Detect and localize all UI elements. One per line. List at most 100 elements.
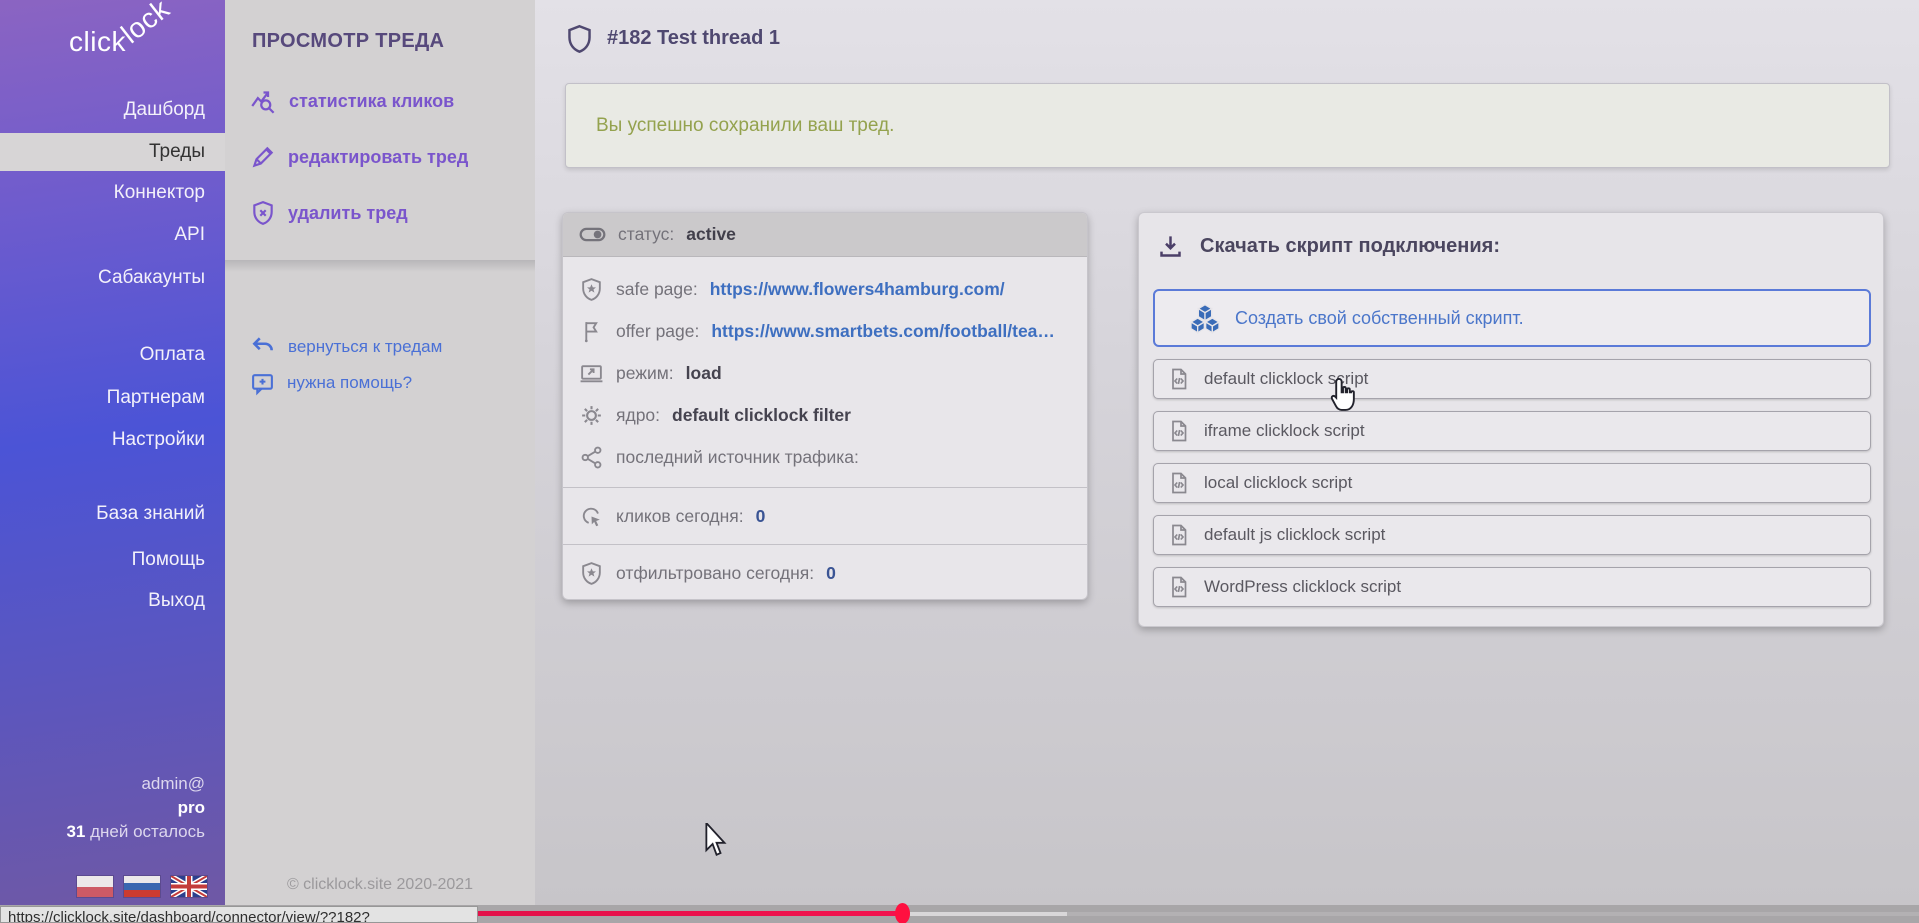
file-code-icon: [1167, 523, 1191, 547]
sidebar-item-knowledge-base[interactable]: База знаний: [0, 496, 225, 532]
menu-item-label: статистика кликов: [289, 91, 454, 112]
row-label: ядро:: [616, 405, 660, 426]
link-back-to-threads[interactable]: вернуться к тредам: [250, 332, 442, 362]
status-label: статус:: [618, 224, 674, 245]
script-button-label: local clicklock script: [1204, 473, 1352, 493]
file-code-icon: [1167, 419, 1191, 443]
default-js-script-button[interactable]: default js clicklock script: [1153, 515, 1871, 555]
uk-flag-icon[interactable]: [171, 876, 207, 897]
mode-row: режим: load: [563, 352, 1087, 394]
video-player-strip: https://clicklock.site/dashboard/connect…: [0, 905, 1919, 923]
undo-arrow-icon: [250, 334, 276, 360]
sidebar: click lock Дашборд Треды Коннектор API С…: [0, 0, 225, 905]
file-code-icon: [1167, 471, 1191, 495]
menu-item-label: удалить тред: [288, 203, 408, 224]
days-left: 31 дней осталось: [0, 820, 225, 844]
safe-page-link[interactable]: https://www.flowers4hamburg.com/: [710, 279, 1005, 300]
status-header-row: статус: active: [563, 213, 1087, 257]
download-script-panel: Скачать скрипт подключения: Создать свой…: [1138, 212, 1884, 627]
menu-item-label: редактировать тред: [288, 147, 468, 168]
core-value: default clicklock filter: [672, 405, 851, 426]
toggle-on-icon: [579, 221, 606, 248]
user-email: admin@: [0, 772, 225, 796]
download-icon: [1157, 233, 1184, 260]
shield-icon: [566, 24, 593, 53]
filtered-today-row: отфильтровано сегодня: 0: [563, 544, 1087, 600]
clicklock-logo[interactable]: click lock: [61, 6, 211, 70]
script-button-label: default clicklock script: [1204, 369, 1368, 389]
sidebar-item-help[interactable]: Помощь: [0, 542, 225, 578]
gear-icon: [579, 403, 604, 428]
default-script-button[interactable]: default clicklock script: [1153, 359, 1871, 399]
status-value: active: [686, 224, 736, 245]
sidebar-item-dashboard[interactable]: Дашборд: [0, 92, 225, 128]
menu-item-click-stats[interactable]: статистика кликов: [250, 86, 454, 116]
sidebar-item-threads[interactable]: Треды: [0, 133, 225, 171]
download-panel-header: Скачать скрипт подключения:: [1157, 233, 1500, 260]
link-label: нужна помощь?: [287, 373, 412, 393]
sidebar-item-subaccounts[interactable]: Сабакаунты: [0, 260, 225, 296]
wordpress-script-button[interactable]: WordPress clicklock script: [1153, 567, 1871, 607]
offer-page-row: offer page: https://www.smartbets.com/fo…: [563, 310, 1087, 352]
create-own-script-button[interactable]: Создать свой собственный скрипт.: [1153, 289, 1871, 347]
stat-label: отфильтровано сегодня:: [616, 563, 814, 584]
menu-item-delete-thread[interactable]: удалить тред: [250, 198, 408, 228]
share-icon: [579, 445, 604, 470]
app-page: click lock Дашборд Треды Коннектор API С…: [0, 0, 1919, 923]
download-panel-title: Скачать скрипт подключения:: [1200, 235, 1500, 258]
filtered-today-value: 0: [826, 563, 836, 584]
pencil-icon: [250, 144, 276, 170]
script-button-label: default js clicklock script: [1204, 525, 1385, 545]
local-script-button[interactable]: local clicklock script: [1153, 463, 1871, 503]
shield-star-icon: [579, 277, 604, 302]
sidebar-item-api[interactable]: API: [0, 217, 225, 253]
click-cursor-icon: [579, 504, 604, 529]
script-button-label: iframe clicklock script: [1204, 421, 1365, 441]
script-button-label: WordPress clicklock script: [1204, 577, 1401, 597]
days-left-number: 31: [66, 822, 85, 841]
russia-flag-icon[interactable]: [124, 876, 160, 897]
screen-share-icon: [579, 361, 604, 386]
file-code-icon: [1167, 367, 1191, 391]
row-label: safe page:: [616, 279, 698, 300]
progress-bar-remaining[interactable]: [1067, 912, 1919, 916]
page-header: #182 Test thread 1: [566, 24, 780, 53]
success-alert: Вы успешно сохранили ваш тред.: [565, 83, 1890, 168]
row-label: режим:: [616, 363, 674, 384]
status-url-text: https://clicklock.site/dashboard/connect…: [8, 909, 370, 923]
comment-plus-icon: [250, 371, 275, 396]
offer-page-link[interactable]: https://www.smartbets.com/football/tea…: [711, 321, 1055, 342]
logo-text-click: click: [69, 26, 126, 58]
shield-star-icon: [579, 561, 604, 586]
create-own-script-label: Создать свой собственный скрипт.: [1235, 308, 1524, 329]
sidebar-item-payment[interactable]: Оплата: [0, 337, 225, 373]
flag-icon: [579, 319, 604, 344]
link-need-help[interactable]: нужна помощь?: [250, 368, 412, 398]
chart-magnifier-icon: [250, 88, 277, 115]
thread-status-card: статус: active safe page: https://www.fl…: [562, 212, 1088, 600]
shield-x-icon: [250, 200, 276, 226]
menu-item-edit-thread[interactable]: редактировать тред: [250, 142, 468, 172]
sidebar-item-logout[interactable]: Выход: [0, 583, 225, 619]
poland-flag-icon[interactable]: [77, 876, 113, 897]
link-label: вернуться к тредам: [288, 337, 442, 357]
language-switcher: [77, 876, 207, 897]
cubes-icon: [1189, 302, 1221, 334]
stat-label: кликов сегодня:: [616, 506, 744, 527]
status-url-tooltip: https://clicklock.site/dashboard/connect…: [0, 906, 478, 923]
clicks-today-value: 0: [756, 506, 766, 527]
sidebar-item-settings[interactable]: Настройки: [0, 422, 225, 458]
page-title: #182 Test thread 1: [607, 27, 780, 50]
user-plan-value: pro: [178, 798, 205, 817]
sidebar-item-partners[interactable]: Партнерам: [0, 380, 225, 416]
progress-bar-buffered[interactable]: [910, 912, 1067, 916]
last-traffic-source-row: последний источник трафика:: [563, 436, 1087, 478]
copyright: © clicklock.site 2020-2021: [225, 876, 535, 894]
iframe-script-button[interactable]: iframe clicklock script: [1153, 411, 1871, 451]
row-label: offer page:: [616, 321, 699, 342]
progress-scrubber-dot[interactable]: [895, 903, 910, 923]
clicks-today-row: кликов сегодня: 0: [563, 487, 1087, 544]
sidebar-item-connector[interactable]: Коннектор: [0, 175, 225, 211]
thread-menu-panel: ПРОСМОТР ТРЕДА статистика кликов редакти…: [225, 0, 535, 905]
main-content: #182 Test thread 1 Вы успешно сохранили …: [535, 0, 1919, 905]
